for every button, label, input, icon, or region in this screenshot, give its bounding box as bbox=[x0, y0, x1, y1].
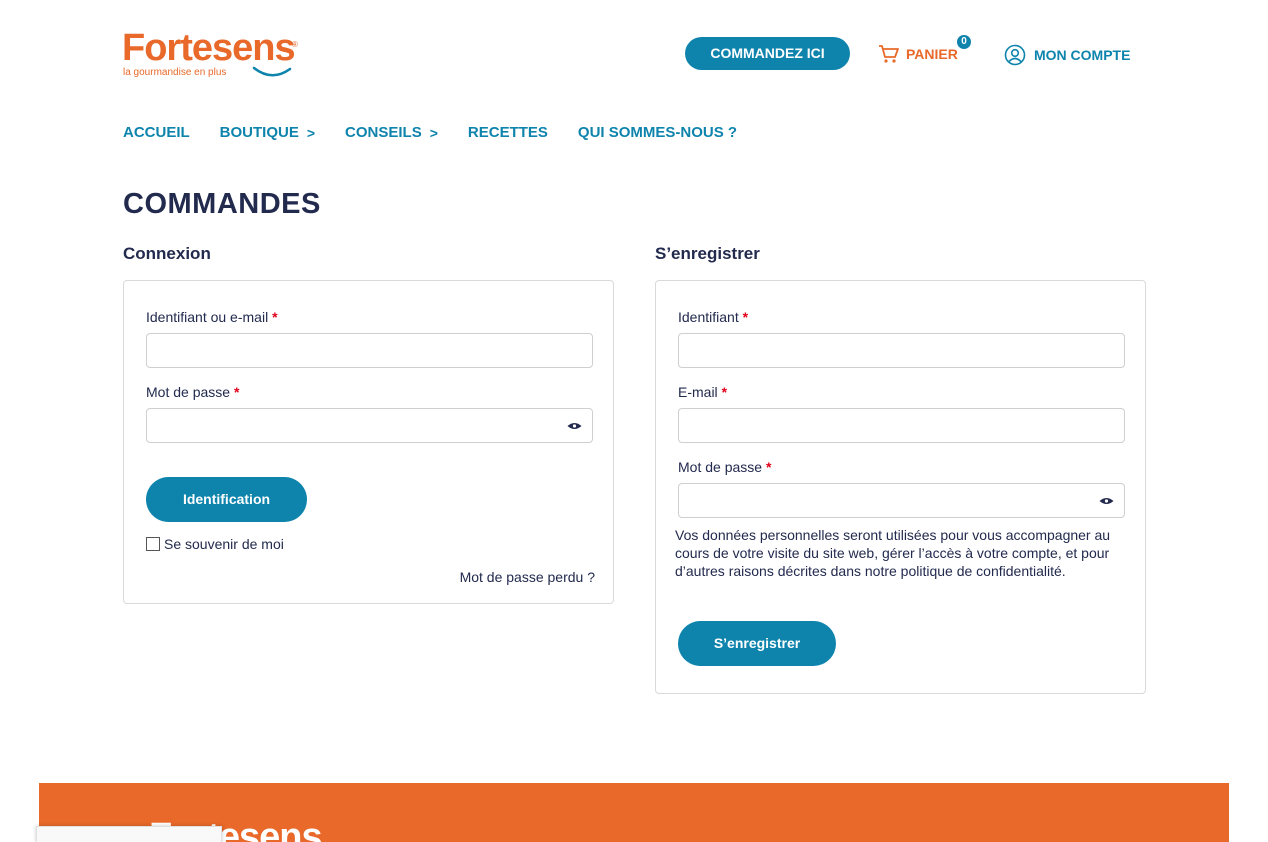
register-card: Identifiant * E-mail * Mot de passe * Vo… bbox=[655, 280, 1146, 694]
register-submit-button[interactable]: S’enregistrer bbox=[678, 621, 836, 666]
nav-item-label: ACCUEIL bbox=[123, 124, 190, 141]
login-submit-button[interactable]: Identification bbox=[146, 477, 307, 522]
login-username-input[interactable] bbox=[146, 333, 593, 368]
checkbox-box[interactable] bbox=[146, 537, 160, 551]
password-label: Mot de passe * bbox=[146, 384, 240, 400]
register-username-input[interactable] bbox=[678, 333, 1125, 368]
chevron-right-icon: > bbox=[306, 124, 316, 141]
main-nav: ACCUEIL BOUTIQUE > CONSEILS > RECETTES Q… bbox=[123, 124, 767, 141]
register-email-input[interactable] bbox=[678, 408, 1125, 443]
username-label: Identifiant ou e-mail * bbox=[146, 309, 278, 325]
register-password-label: Mot de passe * bbox=[678, 459, 772, 475]
login-card: Identifiant ou e-mail * Mot de passe * I… bbox=[123, 280, 614, 604]
recaptcha-badge[interactable] bbox=[36, 826, 222, 842]
register-heading: S’enregistrer bbox=[655, 244, 760, 263]
nav-item-qui-sommes-nous[interactable]: QUI SOMMES-NOUS ? bbox=[578, 124, 737, 141]
nav-item-label: CONSEILS bbox=[345, 124, 422, 141]
logo-tagline: la gourmandise en plus bbox=[123, 67, 227, 78]
brand-logo[interactable]: Fortesens ® la gourmandise en plus bbox=[122, 26, 302, 82]
remember-me-checkbox[interactable]: Se souvenir de moi bbox=[146, 536, 284, 552]
logo-wordmark: Fortesens bbox=[122, 27, 296, 69]
register-email-label: E-mail * bbox=[678, 384, 728, 400]
remember-me-label: Se souvenir de moi bbox=[164, 536, 284, 552]
privacy-notice: Vos données personnelles seront utilisée… bbox=[675, 527, 1111, 579]
nav-item-label: QUI SOMMES-NOUS ? bbox=[577, 124, 738, 141]
page-title: COMMANDES bbox=[123, 188, 321, 220]
nav-item-label: BOUTIQUE bbox=[219, 124, 299, 141]
lost-password-link[interactable]: Mot de passe perdu ? bbox=[460, 569, 595, 585]
required-mark: * bbox=[765, 459, 772, 475]
nav-item-accueil[interactable]: ACCUEIL bbox=[123, 124, 190, 141]
show-password-eye-icon[interactable] bbox=[1099, 496, 1114, 506]
register-username-label: Identifiant * bbox=[678, 309, 749, 325]
logo-registered-mark: ® bbox=[292, 40, 298, 49]
order-here-button[interactable]: COMMANDEZ ICI bbox=[685, 37, 850, 70]
show-password-eye-icon[interactable] bbox=[567, 421, 582, 431]
register-password-input[interactable] bbox=[678, 483, 1125, 518]
chevron-right-icon: > bbox=[429, 124, 438, 141]
nav-item-conseils[interactable]: CONSEILS > bbox=[345, 124, 438, 141]
login-heading: Connexion bbox=[123, 244, 211, 263]
nav-item-boutique[interactable]: BOUTIQUE > bbox=[220, 124, 315, 141]
my-account-link[interactable]: MON COMPTE bbox=[1004, 44, 1130, 66]
my-account-label: MON COMPTE bbox=[1034, 47, 1131, 63]
required-mark: * bbox=[742, 309, 749, 325]
cart-link[interactable]: PANIER 0 bbox=[878, 35, 971, 64]
nav-item-recettes[interactable]: RECETTES bbox=[468, 124, 548, 141]
required-mark: * bbox=[272, 309, 278, 325]
user-circle-icon bbox=[1004, 44, 1026, 66]
required-mark: * bbox=[721, 384, 728, 400]
shopping-cart-icon bbox=[879, 45, 899, 63]
required-mark: * bbox=[233, 384, 240, 400]
logo-swoosh-icon bbox=[252, 66, 292, 77]
login-password-input[interactable] bbox=[146, 408, 593, 443]
cart-count-badge: 0 bbox=[957, 35, 971, 49]
nav-item-label: RECETTES bbox=[467, 124, 548, 141]
cart-label: PANIER bbox=[906, 46, 958, 62]
